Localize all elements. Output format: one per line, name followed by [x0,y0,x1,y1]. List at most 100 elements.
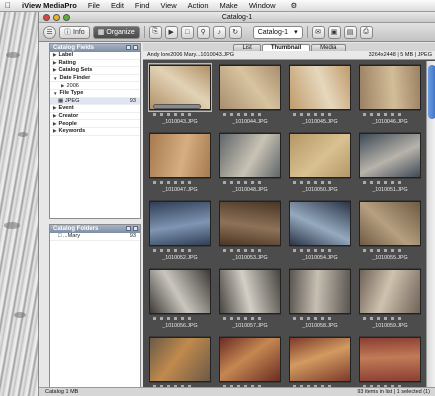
rating-dot-icon[interactable] [251,249,254,252]
rating-dot-icon[interactable] [363,317,366,320]
thumbnail-cell[interactable]: _1010043.JPG [145,61,215,129]
rating-dot-icon[interactable] [181,113,184,116]
rating-dots[interactable] [293,113,331,116]
rating-dot-icon[interactable] [244,249,247,252]
rating-dot-icon[interactable] [258,317,261,320]
rating-dot-icon[interactable] [391,181,394,184]
rating-dot-icon[interactable] [307,317,310,320]
thumbnail-cell[interactable]: _1010046.JPG [355,61,425,129]
rating-dot-icon[interactable] [307,113,310,116]
rating-dot-icon[interactable] [167,113,170,116]
catalog-selector[interactable]: Catalog-1 ▾ [252,25,303,39]
rating-dot-icon[interactable] [398,249,401,252]
rating-dot-icon[interactable] [377,181,380,184]
rating-dot-icon[interactable] [293,113,296,116]
scrollbar-thumb[interactable] [428,65,435,119]
rating-dot-icon[interactable] [160,317,163,320]
rating-dot-icon[interactable] [321,317,324,320]
menu-file[interactable]: File [88,1,100,10]
field-event[interactable]: ▶ Event [50,105,140,113]
menu-window[interactable]: Window [249,1,276,10]
rating-dot-icon[interactable] [237,181,240,184]
catalog-folders-header[interactable]: Catalog Folders [50,225,140,233]
rating-dot-icon[interactable] [314,317,317,320]
rating-dot-icon[interactable] [258,181,261,184]
thumbnail-cell[interactable]: _1010056.JPG [145,265,215,333]
disclosure-triangle-icon[interactable]: ▶ [53,128,56,134]
thumbnail-cell[interactable]: _1010044.JPG [215,61,285,129]
thumbnail-image[interactable] [359,337,421,382]
web-gallery-icon[interactable]: ▣ [327,25,341,39]
thumbnail-cell[interactable]: _1010047.JPG [145,129,215,197]
folder-item[interactable]: □ ...Mary 93 [50,233,140,241]
rating-dot-icon[interactable] [251,181,254,184]
field-jpeg[interactable]: ▦ JPEG 93 [50,97,140,106]
thumbnail-image[interactable] [149,133,211,178]
menu-action[interactable]: Action [188,1,209,10]
rating-dot-icon[interactable] [258,113,261,116]
thumbnail-cell[interactable]: _1010048.JPG [215,129,285,197]
thumbnail-image[interactable] [359,201,421,246]
rating-dot-icon[interactable] [223,113,226,116]
thumbnail-image[interactable] [359,65,421,110]
mail-icon[interactable]: ✉ [311,25,325,39]
rating-dot-icon[interactable] [223,249,226,252]
rating-dot-icon[interactable] [293,317,296,320]
rating-dot-icon[interactable] [230,181,233,184]
thumbnail-image[interactable] [289,65,351,110]
rating-dot-icon[interactable] [391,249,394,252]
thumbnail-cell[interactable]: _1010052.JPG [145,197,215,265]
rating-dot-icon[interactable] [153,317,156,320]
rating-dot-icon[interactable] [321,181,324,184]
rating-dot-icon[interactable] [181,317,184,320]
rating-dot-icon[interactable] [230,317,233,320]
field-date-finder[interactable]: ▼ Date Finder [50,75,140,83]
rating-dot-icon[interactable] [244,317,247,320]
thumbnail-cell[interactable]: _1010053.JPG [215,197,285,265]
rating-dot-icon[interactable] [174,181,177,184]
rating-dot-icon[interactable] [370,249,373,252]
thumbnail-cell[interactable]: _1010059.JPG [355,265,425,333]
rating-dots[interactable] [363,113,401,116]
rating-dot-icon[interactable] [398,113,401,116]
thumbnail-image[interactable] [289,201,351,246]
rating-dot-icon[interactable] [370,317,373,320]
rating-dots[interactable] [363,249,401,252]
import-icon[interactable]: ⎘ [148,25,162,39]
thumbnail-cell[interactable] [145,333,215,387]
rating-dots[interactable] [223,113,261,116]
rating-dot-icon[interactable] [377,113,380,116]
rating-dot-icon[interactable] [237,317,240,320]
thumbnail-cell[interactable]: _1010057.JPG [215,265,285,333]
thumbnail-cell[interactable]: _1010045.JPG [285,61,355,129]
thumbnail-image[interactable] [359,269,421,314]
thumbnail-cell[interactable] [355,333,425,387]
rating-dots[interactable] [223,249,261,252]
thumbnail-image[interactable] [289,337,351,382]
disclosure-triangle-icon[interactable]: ▶ [53,52,56,58]
thumbnail-image[interactable] [289,269,351,314]
thumbnail-image[interactable] [219,269,281,314]
rating-dots[interactable] [153,181,191,184]
rating-dot-icon[interactable] [160,249,163,252]
rating-dot-icon[interactable] [307,249,310,252]
rating-dot-icon[interactable] [167,181,170,184]
rating-dot-icon[interactable] [384,249,387,252]
rating-dot-icon[interactable] [237,113,240,116]
rating-dots[interactable] [223,181,261,184]
thumbnail-image[interactable] [219,133,281,178]
window-titlebar[interactable]: Catalog-1 [39,12,435,23]
apple-icon[interactable]:  [5,1,11,10]
rating-dots[interactable] [153,317,191,320]
field-people[interactable]: ▶ People [50,120,140,128]
rating-dot-icon[interactable] [181,181,184,184]
rotate-controls[interactable] [153,104,201,109]
rating-dot-icon[interactable] [328,181,331,184]
tab-list[interactable]: List [233,44,261,51]
rating-dot-icon[interactable] [293,249,296,252]
rating-dot-icon[interactable] [384,317,387,320]
rating-dot-icon[interactable] [314,249,317,252]
disclosure-triangle-icon[interactable]: ▶ [61,83,64,89]
field-catalog-sets[interactable]: ▶ Catalog Sets [50,67,140,75]
rating-dot-icon[interactable] [377,317,380,320]
